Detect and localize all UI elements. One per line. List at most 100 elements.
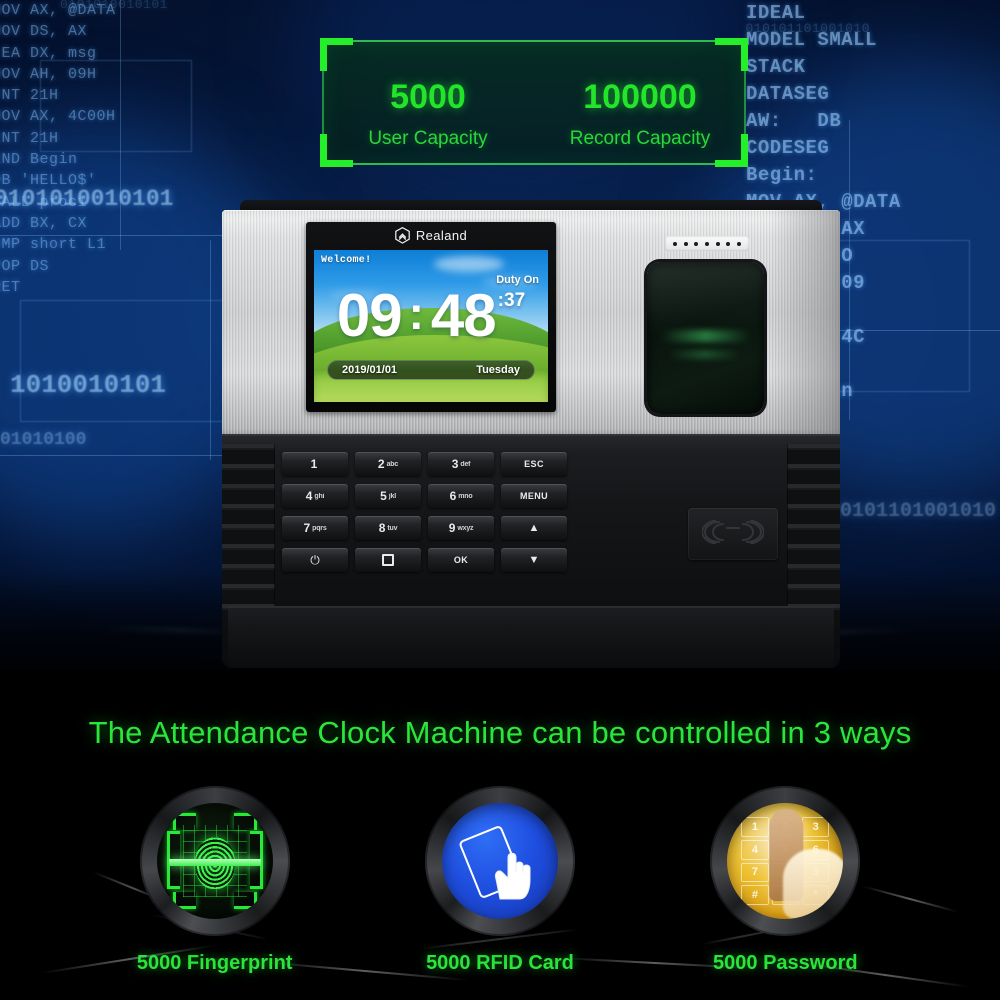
key-esc[interactable]: ESC (501, 452, 567, 476)
virtual-keypad: 1 2 3 4 5 6 7 8 9 # 0 * (741, 817, 830, 905)
stat-user-capacity: 5000 User Capacity (322, 80, 534, 150)
background-code-top: 0101010010101 (60, 0, 168, 12)
screen-duty-status: Duty On (496, 274, 539, 286)
key-8[interactable]: 8 tuv (355, 516, 421, 540)
pw-key: 2 (771, 817, 799, 837)
screen-date-bar: 2019/01/01 Tuesday (327, 360, 535, 380)
lcd-bezel: Realand Welcome! Duty On 09 : 48 :37 201… (306, 222, 556, 412)
pw-key: 6 (801, 839, 830, 860)
pw-key: 5 (771, 839, 799, 860)
corner-bracket-top-left-icon (320, 38, 353, 71)
realand-hex-logo-icon (395, 226, 410, 244)
pw-key: # (741, 885, 769, 905)
led-dot (704, 241, 709, 246)
binary-row-3: 01010100 (0, 430, 87, 450)
stat-record-capacity: 100000 Record Capacity (534, 80, 746, 150)
scan-beam (168, 859, 261, 867)
rfid-card-reader[interactable] (688, 508, 778, 560)
key-9[interactable]: 9 wxyz (428, 516, 494, 540)
fingerprint-sensor[interactable] (647, 262, 764, 414)
pw-key: 1 (741, 817, 769, 837)
device-lower-body: 1 2 abc 3 def ESC 4 ghi 5 jkl 6 mno MENU 7 pqr… (222, 434, 840, 668)
key-ok[interactable]: OK (428, 548, 494, 572)
background-code-right-small: 010101101001010 (745, 21, 870, 36)
clock-minutes: 48 (430, 282, 497, 349)
fingerprint-graphic (194, 836, 235, 889)
pw-key: 4 (741, 839, 769, 860)
screen-weekday: Tuesday (476, 364, 520, 376)
key-stop[interactable] (355, 548, 421, 572)
screen-clock: 09 : 48 :37 (314, 282, 548, 349)
rfid-wave-icon (701, 519, 765, 549)
user-capacity-value: 5000 (390, 78, 466, 116)
banner-edge-bottom (322, 163, 746, 165)
panel-shading (770, 210, 840, 438)
pw-key: 0 (771, 885, 799, 905)
feature-rfid-card[interactable]: 5000 RFID Card (410, 786, 590, 975)
key-power[interactable]: ⏻ (282, 548, 348, 572)
led-dot (694, 241, 699, 246)
pw-key: * (801, 885, 830, 905)
binary-row-1: 0101010010101 (0, 186, 174, 212)
key-6[interactable]: 6 mno (428, 484, 494, 508)
clock-seconds: :37 (497, 290, 526, 311)
key-3[interactable]: 3 def (428, 452, 494, 476)
led-dot (726, 241, 731, 246)
screen-date: 2019/01/01 (342, 364, 398, 376)
key-5[interactable]: 5 jkl (355, 484, 421, 508)
lcd-screen[interactable]: Welcome! Duty On 09 : 48 :37 2019/01/01 … (314, 250, 548, 402)
capacity-banner: 5000 User Capacity 100000 Record Capacit… (320, 38, 748, 167)
power-icon: ⏻ (310, 553, 320, 567)
pw-key: 9 (801, 862, 830, 883)
brand-logo: Realand (306, 226, 556, 244)
keypad[interactable]: 1 2 abc 3 def ESC 4 ghi 5 jkl 6 mno MENU 7 pqr… (282, 452, 572, 572)
feature-password[interactable]: 1 2 3 4 5 6 7 8 9 # 0 * 5000 Password (695, 786, 875, 975)
feature-label-rfid: 5000 RFID Card (426, 952, 574, 974)
rfid-card-hand-icon (441, 803, 558, 919)
attendance-device: Realand Welcome! Duty On 09 : 48 :37 201… (222, 200, 840, 668)
chevron-down-icon: ▼ (528, 553, 540, 566)
device-base (228, 606, 834, 668)
square-icon (382, 554, 394, 566)
hand-graphic (782, 849, 844, 919)
sensor-glow-upper (661, 330, 750, 343)
feature-ring (139, 786, 290, 936)
feature-ring (424, 786, 575, 936)
key-7[interactable]: 7 pqrs (282, 516, 348, 540)
key-arrow-down[interactable]: ▼ (501, 548, 567, 572)
chevron-up-icon: ▲ (528, 521, 540, 534)
vent-ribs-right (787, 444, 840, 616)
product-marketing-image: MOV AX, @DATA MOV DS, AX LEA DX, msg MOV… (0, 0, 1000, 1000)
key-arrow-up[interactable]: ▲ (501, 516, 567, 540)
pw-key: 3 (801, 817, 830, 837)
sensor-glow-lower (668, 350, 741, 360)
clock-hours: 09 (336, 282, 403, 349)
feature-label-fingerprint: 5000 Fingerprint (136, 952, 293, 974)
key-1[interactable]: 1 (282, 452, 348, 476)
key-menu[interactable]: MENU (501, 484, 567, 508)
led-dot (673, 241, 678, 246)
user-capacity-label: User Capacity (368, 128, 488, 149)
finger-graphic (769, 809, 804, 901)
key-2[interactable]: 2 abc (355, 452, 421, 476)
keypad-password-icon: 1 2 3 4 5 6 7 8 9 # 0 * (727, 803, 844, 919)
feature-ring: 1 2 3 4 5 6 7 8 9 # 0 * (710, 786, 861, 936)
screen-welcome-text: Welcome! (321, 255, 372, 266)
hand-graphic (486, 845, 542, 901)
fingerprint-scan-icon (156, 803, 273, 919)
binary-row-4: 010101101001010 (815, 500, 996, 523)
led-dot (683, 241, 688, 246)
vent-ribs-left (222, 444, 275, 616)
sensor-sheen (647, 262, 764, 326)
led-dot (715, 241, 720, 246)
key-4[interactable]: 4 ghi (282, 484, 348, 508)
clock-separator: : (408, 287, 424, 339)
led-indicator-strip (665, 236, 749, 251)
binary-row-2: 1010010101 (10, 370, 167, 400)
scanner-grid (182, 825, 247, 897)
feature-label-password: 5000 Password (713, 952, 858, 974)
led-dot (736, 241, 741, 246)
pw-key: 8 (771, 862, 799, 883)
feature-list: 5000 Fingerprint 5000 RFID Card 1 2 3 4 … (0, 786, 1000, 975)
feature-fingerprint[interactable]: 5000 Fingerprint (125, 786, 305, 975)
